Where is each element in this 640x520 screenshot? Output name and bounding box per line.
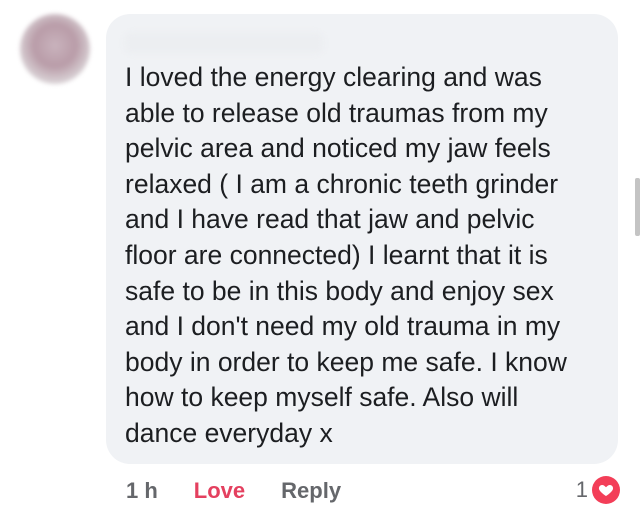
comment-view: I loved the energy clearing and was able… — [0, 0, 640, 520]
timestamp[interactable]: 1 h — [126, 478, 158, 504]
author-name[interactable] — [124, 32, 324, 54]
avatar[interactable] — [20, 14, 90, 84]
scrollbar[interactable] — [635, 178, 640, 236]
reply-button[interactable]: Reply — [281, 478, 341, 504]
comment-actions: 1 h Love Reply — [126, 476, 341, 506]
reaction-count: 1 — [575, 477, 588, 502]
comment-text: I loved the energy clearing and was able… — [125, 62, 567, 448]
heart-icon — [592, 476, 620, 504]
reaction-summary[interactable]: 1 — [576, 474, 620, 506]
love-button[interactable]: Love — [194, 478, 245, 504]
comment-bubble: I loved the energy clearing and was able… — [106, 14, 618, 464]
